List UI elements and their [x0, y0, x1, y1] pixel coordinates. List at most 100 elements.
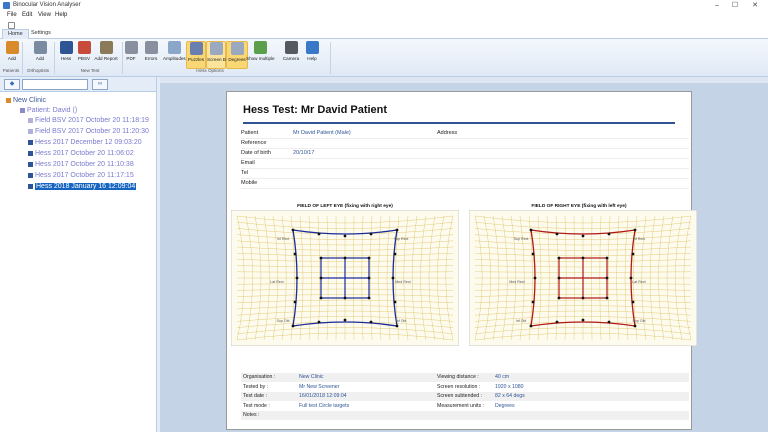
right-eye-chart-title: FIELD OF RIGHT EYE (fixing with left eye… [531, 204, 627, 209]
right-eye-hess-chart: Sup Rect Inf Rect Med Rect Lat Rect Inf Obl S… [469, 210, 697, 346]
add-user-icon [5, 41, 19, 54]
ribbon-button-label: Add [35, 56, 45, 61]
tree-node-label: Field BSV 2017 October 20 11:20:30 [35, 128, 149, 135]
muscle-label: Lat Rect [270, 280, 283, 284]
menu-file[interactable]: File [7, 12, 17, 18]
report-pane: Hess Test: Mr David Patient Patient Mr Da… [160, 77, 768, 432]
degrees-button[interactable]: Degrees [226, 41, 248, 69]
plot-point [633, 228, 637, 232]
screen-bars-button[interactable]: Screen Bars [206, 41, 232, 69]
muscle-label: Inf Obl [516, 319, 527, 323]
colour-wheel-icon [77, 41, 91, 54]
muscle-label: Sup Rect [514, 237, 529, 241]
add-orthoptic-button[interactable]: Add [30, 41, 50, 67]
plot-point [317, 232, 321, 236]
tree-test-item[interactable]: Hess 2017 October 20 11:10:38 [28, 161, 134, 168]
plot-point [629, 276, 633, 280]
tree-node-icon [28, 150, 33, 156]
plot-point [343, 296, 347, 300]
muscle-label: Sup Obl [277, 319, 290, 323]
puzzles-button[interactable]: Puzzles [186, 41, 206, 69]
detail-value: 1920 x 1080 [495, 383, 524, 390]
hess-button[interactable]: Hess [58, 41, 74, 67]
errors-button[interactable]: Errors [143, 41, 159, 67]
tree-node-icon [6, 97, 11, 103]
detail-value: Full test Circle targets [299, 402, 350, 409]
plot-point [317, 320, 321, 324]
errors-icon [144, 41, 158, 54]
tree-patient-node[interactable]: Patient: David () [20, 107, 77, 114]
camera-button[interactable]: Camera [282, 41, 300, 67]
add-patient-button[interactable]: Add [3, 41, 21, 67]
plot-point [369, 320, 373, 324]
show-multiple-button[interactable]: Show multiple [246, 41, 275, 67]
group-label-orthoptists: Orthoptists [26, 68, 50, 73]
tree-test-item[interactable]: Hess 2017 October 20 11:17:15 [28, 172, 134, 179]
tree-test-item[interactable]: Field BSV 2017 October 20 11:20:30 [28, 128, 149, 135]
test-detail-row: Test date : 16/01/2018 12:09:04 Screen sub… [241, 392, 689, 401]
tree-search-input[interactable] [22, 79, 88, 90]
title-bar: Binocular Vision Analyser – ☐ ✕ [0, 0, 768, 11]
plot-point [293, 300, 297, 304]
muscle-label: Med Rect [395, 280, 410, 284]
report-title: Hess Test: Mr David Patient [243, 104, 388, 116]
detail-label: Viewing distance : [437, 374, 479, 380]
plot-point [529, 324, 533, 328]
patient-field-value: Mr David Patient (Male) [293, 130, 351, 136]
plot-point [367, 296, 371, 300]
tab-settings[interactable]: Settings [26, 29, 56, 38]
tree-node-icon [28, 128, 33, 134]
pbsv-button[interactable]: PBSV [76, 41, 92, 67]
test-detail-row: Tested by : Mr New Screener Screen resolut… [241, 383, 689, 392]
minimize-button[interactable]: – [710, 1, 724, 10]
plot-point [393, 252, 397, 256]
tree-node-icon [28, 172, 33, 178]
ribbon-button-label: Hess [60, 56, 72, 61]
plot-point [367, 276, 371, 280]
plot-point [319, 256, 323, 260]
tree-test-item[interactable]: Hess 2018 January 16 12:09:04 [28, 183, 137, 190]
menu-help[interactable]: Help [55, 12, 67, 18]
amplitudes-button[interactable]: Amplitudes [163, 41, 186, 67]
patient-row: Mobile [241, 178, 689, 189]
report-page: Hess Test: Mr David Patient Patient Mr Da… [226, 91, 697, 430]
menu-edit[interactable]: Edit [22, 12, 32, 18]
maximize-button[interactable]: ☐ [728, 1, 742, 10]
plot-point [631, 300, 635, 304]
plot-point [607, 232, 611, 236]
plot-point [343, 256, 347, 260]
tree-node-icon [28, 161, 33, 167]
quick-access-icon[interactable] [8, 22, 15, 29]
binoculars-search-icon[interactable]: ∞ [92, 79, 108, 90]
muscle-label: Lat Rect [632, 280, 645, 284]
quick-access-toolbar [0, 21, 768, 29]
plot-point [395, 324, 399, 328]
help-button[interactable]: Help [304, 41, 320, 67]
grid-icon [189, 42, 203, 55]
report-toolbar [160, 77, 768, 83]
tab-home[interactable]: Home [2, 29, 29, 39]
detail-value: New Clinic [299, 374, 324, 380]
menu-view[interactable]: View [38, 12, 51, 18]
pdf-button[interactable]: PDF [123, 41, 139, 67]
plot-point [557, 256, 561, 260]
detail-label: Screen resolution : [437, 383, 481, 390]
close-button[interactable]: ✕ [748, 1, 762, 10]
detail-label: Test date : [243, 393, 267, 399]
title-divider [243, 122, 675, 124]
tree-test-item[interactable]: Field BSV 2017 October 20 11:18:19 [28, 117, 149, 124]
tree-test-item[interactable]: Hess 2017 October 20 11:06:02 [28, 150, 134, 157]
bars-icon [209, 42, 223, 55]
ribbon-button-label: Add Report [94, 56, 118, 61]
address-label: Address [437, 130, 458, 136]
detail-label: Test mode : [243, 402, 270, 409]
tree-clinic-node[interactable]: New Clinic [6, 97, 46, 104]
patient-field-label: Date of birth [241, 150, 271, 156]
tree-test-item[interactable]: Hess 2017 December 12 09:03:20 [28, 139, 142, 146]
tree-node-icon [28, 183, 33, 189]
plot-point [581, 234, 585, 238]
plot-point [605, 296, 609, 300]
tree-node-icon [28, 117, 33, 123]
back-button[interactable]: ◆ [4, 79, 20, 90]
add-report-button[interactable]: Add Report [94, 41, 118, 67]
